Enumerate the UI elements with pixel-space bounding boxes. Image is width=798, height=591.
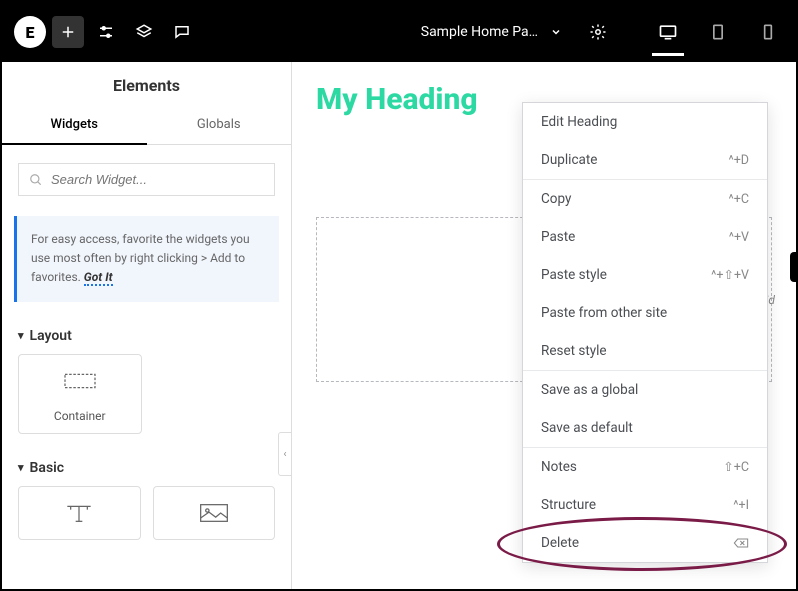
- tab-widgets[interactable]: Widgets: [2, 107, 147, 144]
- ctx-structure[interactable]: Structure^+I: [523, 486, 767, 524]
- ctx-save-default[interactable]: Save as default: [523, 409, 767, 447]
- elementor-logo[interactable]: E: [14, 16, 46, 48]
- ctx-duplicate[interactable]: Duplicate^+D: [523, 141, 767, 179]
- ctx-delete[interactable]: Delete: [523, 524, 767, 562]
- chevron-down-icon[interactable]: [550, 26, 562, 38]
- ctx-edit-heading[interactable]: Edit Heading: [523, 103, 767, 141]
- add-element-button[interactable]: [52, 16, 84, 48]
- tab-globals[interactable]: Globals: [147, 107, 292, 144]
- widget-image[interactable]: [153, 486, 276, 540]
- delete-icon: [733, 536, 749, 550]
- ctx-save-global[interactable]: Save as a global: [523, 371, 767, 409]
- ctx-notes[interactable]: Notes⇧+C: [523, 448, 767, 486]
- search-widget-box[interactable]: [18, 163, 275, 196]
- ctx-copy[interactable]: Copy^+C: [523, 180, 767, 218]
- comment-icon[interactable]: [166, 16, 198, 48]
- device-mobile-tab[interactable]: [752, 8, 784, 56]
- context-menu: Edit Heading Duplicate^+D Copy^+C Paste^…: [522, 102, 768, 563]
- favorites-tip: For easy access, favorite the widgets yo…: [14, 216, 279, 302]
- device-desktop-tab[interactable]: [652, 8, 684, 56]
- search-input[interactable]: [51, 172, 264, 187]
- panel-title: Elements: [2, 62, 291, 107]
- settings-sliders-icon[interactable]: [90, 16, 122, 48]
- device-tablet-tab[interactable]: [702, 8, 734, 56]
- widget-heading[interactable]: [18, 486, 141, 540]
- elements-panel: Elements Widgets Globals For easy access…: [2, 62, 292, 589]
- gear-icon[interactable]: [582, 16, 614, 48]
- got-it-link[interactable]: Got It: [84, 270, 113, 286]
- widget-container[interactable]: Container: [18, 354, 142, 434]
- search-icon: [29, 173, 43, 187]
- category-layout[interactable]: Layout: [2, 318, 291, 354]
- edge-handle[interactable]: [790, 252, 798, 282]
- ctx-paste[interactable]: Paste^+V: [523, 218, 767, 256]
- page-title[interactable]: Sample Home Pa…: [421, 24, 538, 40]
- ctx-reset-style[interactable]: Reset style: [523, 332, 767, 370]
- ctx-paste-style[interactable]: Paste style^+⇧+V: [523, 256, 767, 294]
- ctx-paste-other-site[interactable]: Paste from other site: [523, 294, 767, 332]
- collapse-panel-handle[interactable]: ‹: [278, 432, 292, 476]
- layers-icon[interactable]: [128, 16, 160, 48]
- category-basic[interactable]: Basic: [2, 450, 291, 486]
